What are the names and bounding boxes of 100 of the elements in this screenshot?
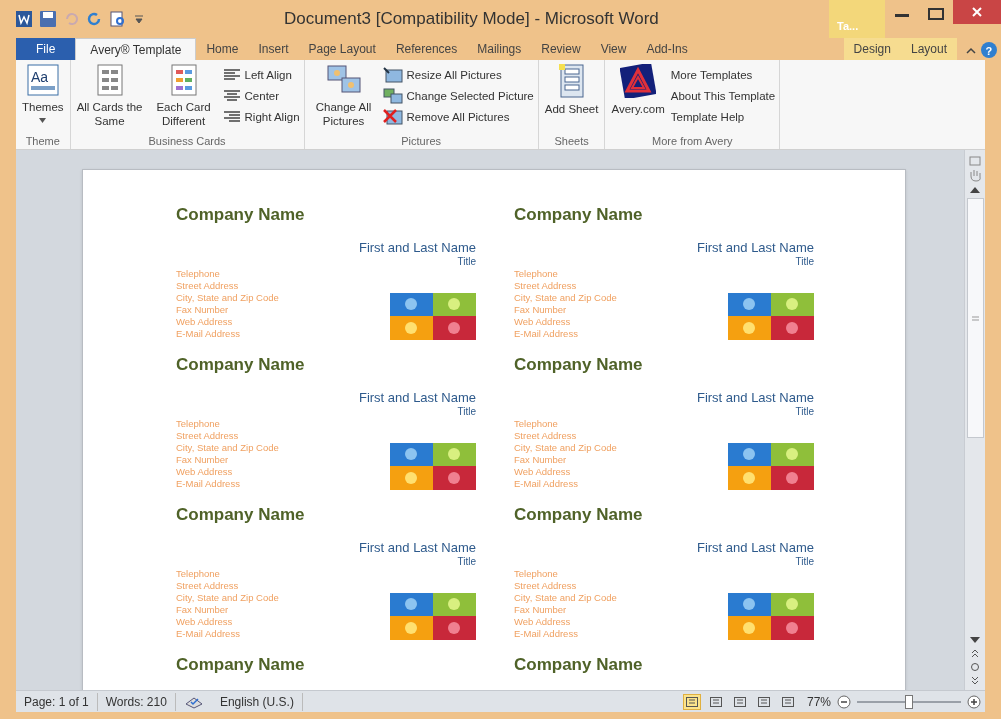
contact-line: Web Address — [514, 316, 572, 328]
picture-remove-icon — [382, 109, 403, 125]
zoom-in-icon[interactable] — [967, 694, 981, 709]
person-title: Title — [795, 406, 814, 418]
file-tab[interactable]: File — [16, 38, 76, 60]
contextual-tab-header: Ta... — [829, 0, 885, 38]
ribbon-button[interactable]: Change Selected Picture — [382, 87, 534, 105]
zoom-level[interactable]: 77% — [806, 692, 831, 711]
contextual-tab[interactable]: Design — [843, 38, 901, 60]
collapse-ribbon-icon[interactable] — [965, 46, 977, 56]
redo-icon[interactable] — [86, 11, 102, 27]
ribbon-button[interactable]: Change All Pictures — [308, 64, 379, 128]
ribbon-button[interactable]: Template Help — [670, 108, 776, 126]
contact-line: E-Mail Address — [514, 328, 579, 340]
zoom-slider-thumb[interactable] — [905, 694, 913, 709]
contact-line: City, State and Zip Code — [514, 442, 617, 454]
contact-line: E-Mail Address — [514, 478, 579, 490]
ribbon-button[interactable]: Avery.com — [609, 64, 667, 116]
contact-line: Web Address — [176, 316, 234, 328]
ribbon-button[interactable]: More Templates — [670, 66, 776, 84]
contact-line: Web Address — [176, 466, 234, 478]
ribbon-tab[interactable]: View — [590, 38, 637, 60]
person-title: Title — [457, 406, 476, 418]
contact-line: Fax Number — [176, 604, 230, 616]
sheet-icon — [558, 64, 585, 98]
contact-line: Street Address — [176, 280, 240, 292]
person-name: First and Last Name — [358, 540, 476, 556]
ribbon-tab[interactable]: Mailings — [467, 38, 532, 60]
document-grid-icon — [96, 64, 123, 96]
ribbon-tab[interactable]: Add-Ins — [636, 38, 698, 60]
view-icon — [709, 696, 722, 707]
ribbon-button[interactable]: Resize All Pictures — [382, 66, 534, 84]
company-name: Company Name — [514, 656, 644, 674]
grip-icon — [971, 315, 979, 321]
contact-line: Web Address — [514, 466, 572, 478]
contextual-tab[interactable]: Layout — [900, 38, 957, 60]
view-icon — [781, 696, 794, 707]
next-page-icon[interactable] — [971, 676, 979, 686]
ribbon-tab[interactable]: Insert — [248, 38, 299, 60]
person-title: Title — [795, 256, 814, 268]
contact-line: E-Mail Address — [176, 328, 241, 340]
contact-line: E-Mail Address — [176, 628, 241, 640]
customize-menu-icon[interactable] — [134, 13, 144, 25]
scroll-down-icon[interactable] — [970, 636, 980, 644]
contact-line: Telephone — [514, 268, 559, 280]
person-title: Title — [457, 556, 476, 568]
page-count[interactable]: Page: 1 of 1 — [16, 692, 98, 711]
zoom-out-icon[interactable] — [837, 694, 851, 709]
contact-line: Street Address — [514, 430, 578, 442]
contact-line: Street Address — [514, 280, 578, 292]
previous-page-icon[interactable] — [971, 648, 979, 658]
ribbon-button[interactable]: Right Align — [222, 108, 300, 126]
ribbon-button[interactable]: About This Template — [670, 87, 776, 105]
contact-line: City, State and Zip Code — [176, 442, 279, 454]
vertical-scrollbar[interactable] — [964, 150, 985, 690]
contact-line: Street Address — [176, 430, 240, 442]
ribbon-tab[interactable]: Page Layout — [298, 38, 386, 60]
language-indicator[interactable]: English (U.S.) — [211, 692, 303, 711]
company-name: Company Name — [176, 356, 306, 374]
print-preview-icon[interactable] — [110, 11, 126, 27]
ribbon-button[interactable]: All Cards the Same — [74, 64, 145, 128]
scroll-up-icon[interactable] — [970, 186, 980, 194]
contact-line: Web Address — [176, 616, 234, 628]
ribbon-button[interactable]: Center — [222, 87, 300, 105]
ribbon-button[interactable]: Left Align — [222, 66, 300, 84]
contact-line: E-Mail Address — [176, 478, 241, 490]
group-label: Pictures — [400, 134, 442, 149]
ribbon-button[interactable]: Remove All Pictures — [382, 108, 534, 126]
contact-line: Fax Number — [176, 304, 230, 316]
scroll-thumb[interactable] — [966, 198, 984, 438]
ribbon-tab[interactable]: Home — [196, 38, 249, 60]
contact-line: City, State and Zip Code — [514, 292, 617, 304]
view-icon — [733, 696, 746, 707]
help-icon[interactable]: ? — [981, 42, 997, 58]
word-logo-icon[interactable] — [16, 11, 32, 27]
maximize-icon — [928, 8, 944, 20]
group-label: More from Avery — [651, 134, 734, 149]
browse-object-icon[interactable] — [970, 662, 980, 672]
word-count[interactable]: Words: 210 — [97, 692, 176, 711]
company-name: Company Name — [176, 506, 306, 524]
contact-line: Fax Number — [514, 304, 568, 316]
pictures-icon — [326, 64, 361, 96]
close-button[interactable] — [953, 0, 1001, 24]
contact-line: Telephone — [514, 568, 559, 580]
ribbon-button[interactable]: Add Sheet — [542, 64, 601, 116]
view-icon — [685, 696, 698, 707]
align-left-icon — [222, 69, 241, 81]
company-name: Company Name — [514, 356, 644, 374]
contact-line: Fax Number — [176, 454, 230, 466]
ribbon-tab[interactable]: Review — [531, 38, 591, 60]
contact-line: City, State and Zip Code — [514, 592, 617, 604]
save-icon[interactable] — [40, 11, 56, 27]
ribbon-tab[interactable]: References — [385, 38, 468, 60]
view-button[interactable] — [682, 693, 701, 710]
contact-line: Street Address — [176, 580, 240, 592]
group-label: Theme — [24, 134, 61, 149]
company-name: Company Name — [514, 206, 644, 224]
ribbon-button[interactable]: Each Card Different — [148, 64, 219, 128]
ribbon-tab[interactable]: Avery® Template — [75, 38, 197, 60]
ribbon-button[interactable]: Aa Themes — [20, 64, 66, 123]
